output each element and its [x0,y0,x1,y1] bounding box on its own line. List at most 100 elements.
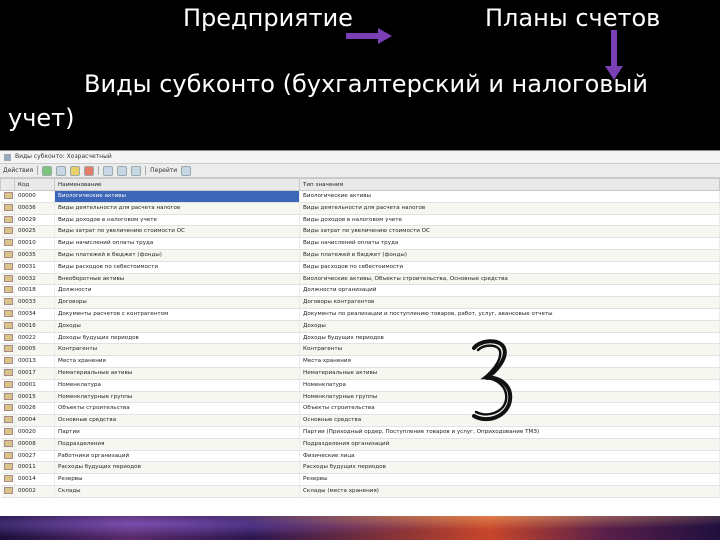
refresh-icon[interactable] [131,165,142,176]
table-row[interactable]: 00016 Доходы Доходы [0,320,720,333]
table-row[interactable]: 00013 Места хранения Места хранения [0,355,720,368]
row-icon-cell [0,367,15,380]
table-row[interactable]: 00020 Партии Партии (Приходный ордер, Пост… [0,426,720,439]
heading-enterprise: Предприятие [183,4,353,32]
row-code: 00013 [14,355,55,368]
table-row[interactable]: 00011 Расходы будущих периодов Расходы буд… [0,461,720,475]
row-name: Контрагенты [54,343,300,357]
row-code: 00001 [14,379,55,392]
filter-icon[interactable] [103,165,114,176]
row-icon-cell [0,391,15,404]
row-icon-cell [0,214,15,227]
window-titlebar: Виды субконто: Хозрасчетный [0,151,720,164]
filter-off-icon[interactable] [117,165,128,176]
row-icon-cell [0,379,15,392]
table-row[interactable]: 00033 Договоры Договоры контрагентов [0,296,720,309]
row-name: Доходы будущих периодов [54,332,300,345]
edit-icon[interactable] [70,165,81,176]
help-icon[interactable] [181,165,192,176]
row-name: Должности [54,284,300,298]
row-name: Виды расходов по себестоимости [54,261,300,274]
row-icon-cell [0,450,15,463]
subconto-table: Код Наименование Тип значения 00000 Биоло… [0,178,720,498]
goto-menu[interactable]: Перейти [150,167,177,174]
subconto-row-icon [3,239,13,247]
actions-menu[interactable]: Действия [3,167,33,174]
row-code: 00010 [14,237,55,250]
row-code: 00025 [14,225,55,239]
table-row[interactable]: 00034 Документы расчетов с контрагентом До… [0,308,720,321]
row-type: Договоры контрагентов [299,296,720,309]
subconto-row-icon [3,262,13,270]
delete-icon[interactable] [84,165,95,176]
table-row[interactable]: 00026 Объекты строительства Объекты строит… [0,402,720,416]
window-icon [4,153,11,161]
copy-icon[interactable] [56,165,67,176]
row-icon-cell [0,402,15,416]
row-type: Должности организаций [299,284,720,298]
row-icon-cell [0,308,15,321]
table-row[interactable]: 00001 Номенклатура Номенклатура [0,379,720,392]
table-body: 00000 Биологические активы Биологические а… [0,190,720,498]
subconto-row-icon [3,463,13,471]
row-name: Номенклатура [54,379,300,392]
row-icon-cell [0,461,15,475]
subconto-types-window: Виды субконто: Хозрасчетный Действия Пер… [0,150,720,516]
subconto-row-icon [3,439,13,447]
row-icon-cell [0,485,15,498]
row-code: 00008 [14,438,55,451]
row-icon-cell [0,296,15,309]
row-name: Номенклатурные группы [54,391,300,404]
table-row[interactable]: 00035 Виды платежей в бюджет (фонды) Виды … [0,249,720,262]
row-name: Нематериальные активы [54,367,300,380]
row-code: 00004 [14,414,55,427]
table-row[interactable]: 00010 Виды начислений оплаты труда Виды на… [0,237,720,250]
table-row[interactable]: 00029 Виды доходов в налоговом учете Виды … [0,214,720,227]
subconto-row-icon [3,309,13,317]
row-icon-cell [0,426,15,439]
subconto-row-icon [3,227,13,235]
row-code: 00015 [14,391,55,404]
toolbar-separator [145,166,147,175]
table-row[interactable]: 00027 Работники организаций Физические лиц… [0,450,720,463]
row-name: Работники организаций [54,450,300,463]
table-row[interactable]: 00005 Контрагенты Контрагенты [0,343,720,357]
toolbar: Действия Перейти [0,164,720,178]
row-code: 00034 [14,308,55,321]
row-icon-cell [0,284,15,298]
table-row[interactable]: 00015 Номенклатурные группы Номенклатурные… [0,391,720,404]
add-icon[interactable] [42,165,53,176]
subconto-row-icon [3,215,13,223]
table-row[interactable]: 00018 Должности Должности организаций [0,284,720,298]
table-row[interactable]: 00008 Подразделения Подразделения организа… [0,438,720,451]
table-row[interactable]: 00025 Виды затрат по увеличению стоимости… [0,225,720,239]
row-icon-cell [0,332,15,345]
row-code: 00018 [14,284,55,298]
table-row[interactable]: 00014 Резервы Резервы [0,473,720,486]
column-header-type[interactable]: Тип значения [299,178,720,191]
table-row[interactable]: 00004 Основные средства Основные средства [0,414,720,427]
subconto-row-icon [3,368,13,376]
row-type: Виды начислений оплаты труда [299,237,720,250]
row-icon-cell [0,273,15,286]
row-name: Биологические активы [54,190,300,203]
row-name: Расходы будущих периодов [54,461,300,475]
table-row[interactable]: 00031 Виды расходов по себестоимости Виды … [0,261,720,274]
table-row[interactable]: 00032 Внеоборотные активы Биологические ак… [0,273,720,286]
subconto-row-icon [3,250,13,258]
table-row[interactable]: 00017 Нематериальные активы Нематериальные… [0,367,720,380]
column-header-name[interactable]: Наименование [54,178,300,191]
row-name: Виды затрат по увеличению стоимости ОС [54,225,300,239]
subtitle-line2: учет) [8,104,75,132]
table-row[interactable]: 00022 Доходы будущих периодов Доходы будущ… [0,332,720,345]
table-row[interactable]: 00002 Склады Склады (места хранения) [0,485,720,498]
subconto-row-icon [3,475,13,483]
table-row[interactable]: 00036 Виды деятельности для расчета налог… [0,202,720,215]
row-type: Документы по реализации и поступлению то… [299,308,720,321]
table-row[interactable]: 00000 Биологические активы Биологические а… [0,190,720,203]
row-name: Виды начислений оплаты труда [54,237,300,250]
row-icon-cell [0,320,15,333]
row-code: 00026 [14,402,55,416]
row-type: Виды платежей в бюджет (фонды) [299,249,720,262]
column-header-code[interactable]: Код [14,178,55,191]
